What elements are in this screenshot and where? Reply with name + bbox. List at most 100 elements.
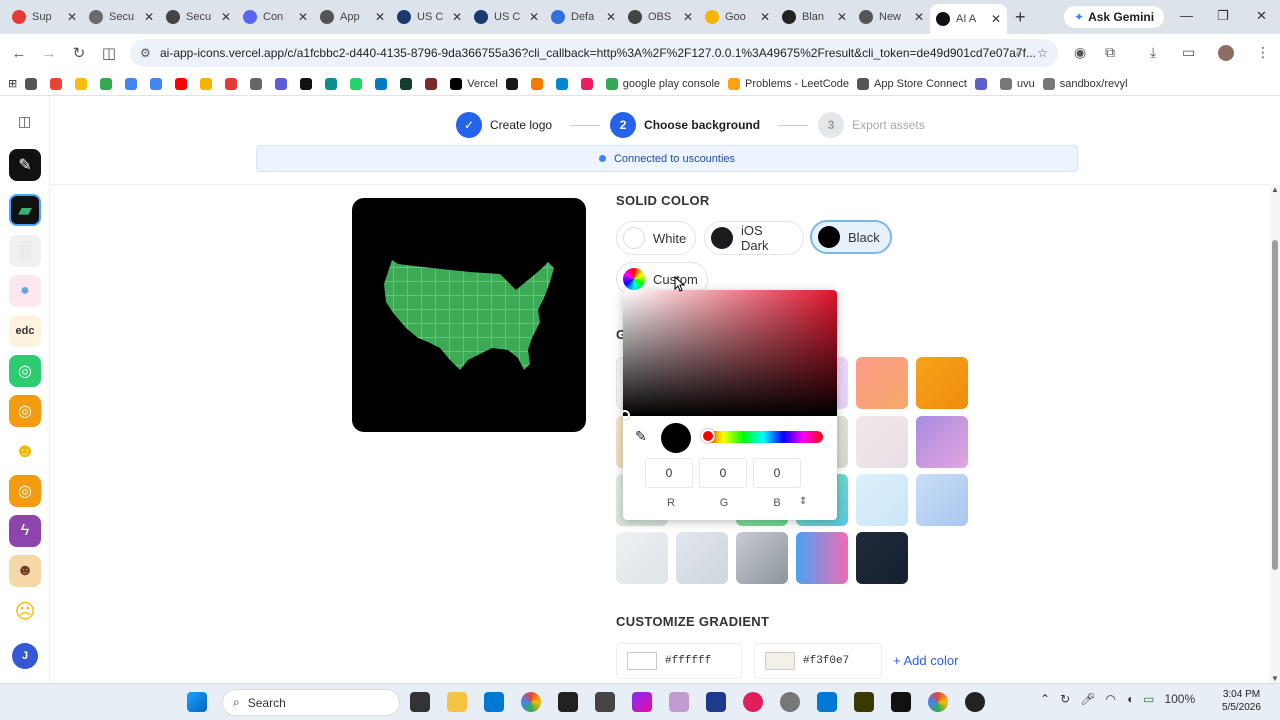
taskbar-search[interactable]: ⌕ Search — [222, 689, 400, 716]
gradient-swatch[interactable] — [796, 532, 848, 584]
color-box[interactable] — [627, 652, 657, 670]
gradient-swatch[interactable] — [916, 357, 968, 409]
step-choose-background[interactable]: 2 Choose background — [610, 112, 818, 138]
sidebar-item-usa[interactable]: ▰ — [9, 194, 41, 226]
browser-tab[interactable]: New ✕ — [853, 4, 930, 30]
saturation-handle[interactable] — [623, 410, 630, 420]
taskbar-clock[interactable]: 3:04 PM 5/5/2026 — [1222, 688, 1261, 714]
terminal-icon[interactable] — [558, 692, 578, 712]
chrome-icon[interactable] — [521, 692, 541, 712]
chevron-up-icon[interactable]: ⌃ — [1040, 692, 1050, 706]
tab-close-icon[interactable]: ✕ — [837, 10, 847, 24]
chrome-alt-icon[interactable] — [928, 692, 948, 712]
edit-icon[interactable]: ✎ — [9, 149, 41, 181]
bookmark-star-icon[interactable]: ☆ — [1037, 46, 1048, 60]
battery-icon[interactable]: ▭ — [1143, 692, 1154, 706]
sidebar-item-blank[interactable]: ░ — [9, 235, 41, 267]
bookmark-item[interactable] — [50, 77, 67, 90]
sidebar-item-edc[interactable]: edc — [9, 315, 41, 347]
bookmark-item[interactable] — [325, 77, 342, 90]
browser-tab[interactable]: US C ✕ — [391, 4, 468, 30]
sidebar-item-emoji-wink[interactable]: ☻ — [9, 435, 41, 467]
browser-tab[interactable]: Sup ✕ — [6, 4, 83, 30]
obs-icon[interactable] — [965, 692, 985, 712]
color-hex[interactable]: #ffffff — [665, 655, 711, 667]
user-avatar[interactable]: J — [12, 643, 38, 669]
bookmark-item[interactable] — [100, 77, 117, 90]
close-window-icon[interactable]: ✕ — [1256, 8, 1267, 24]
bookmark-item[interactable] — [580, 77, 598, 90]
b-input[interactable]: 0 — [753, 458, 801, 488]
color-hex[interactable]: #f3f0e7 — [803, 655, 849, 667]
browser-tab[interactable]: Blan ✕ — [776, 4, 853, 30]
settings-icon[interactable] — [780, 692, 800, 712]
cast-icon[interactable]: ▭ — [1182, 44, 1195, 61]
tab-close-icon[interactable]: ✕ — [375, 10, 385, 24]
volume-icon[interactable]: ◖ — [1126, 692, 1133, 706]
sidebar-item-cowboy[interactable]: ☻ — [9, 555, 41, 587]
wifi-icon[interactable]: ◠ — [1105, 692, 1115, 706]
bookmark-item[interactable] — [125, 77, 142, 90]
scroll-up-icon[interactable]: ▲ — [1271, 185, 1279, 194]
browser-tab[interactable]: Defa ✕ — [545, 4, 622, 30]
hue-slider[interactable] — [703, 431, 823, 443]
minimize-icon[interactable]: — — [1180, 8, 1193, 23]
bookmark-item[interactable] — [225, 77, 242, 90]
g-input[interactable]: 0 — [699, 458, 747, 488]
scroll-thumb[interactable] — [1272, 240, 1278, 570]
browser-tab[interactable]: Goo ✕ — [699, 4, 776, 30]
task-view-icon[interactable] — [410, 692, 430, 712]
browser-tab[interactable]: Secu ✕ — [160, 4, 237, 30]
extension-icon[interactable]: ◉ — [1074, 44, 1086, 61]
profile-avatar[interactable] — [1218, 45, 1234, 61]
sidebar-item-orange-globe[interactable]: ◎ — [9, 395, 41, 427]
gradient-swatch[interactable] — [856, 532, 908, 584]
gradient-swatch[interactable] — [676, 532, 728, 584]
white-chip[interactable]: White — [616, 221, 696, 255]
back-icon[interactable]: ← — [4, 45, 34, 62]
gradient-swatch[interactable] — [856, 416, 908, 468]
tab-close-icon[interactable]: ✕ — [298, 10, 308, 24]
sidebar-toggle-icon[interactable]: ◫ — [18, 113, 31, 130]
browser-tab[interactable]: OBS ✕ — [622, 4, 699, 30]
file-explorer-icon[interactable] — [447, 692, 467, 712]
tab-close-icon[interactable]: ✕ — [914, 10, 924, 24]
browser-tab[interactable]: US C ✕ — [468, 4, 545, 30]
new-tab-icon[interactable]: + — [1015, 7, 1026, 28]
bookmark-item[interactable] — [250, 77, 267, 90]
sidebar-item-bolt[interactable]: ϟ — [9, 515, 41, 547]
gradient-swatch[interactable] — [616, 532, 668, 584]
puzzle-icon[interactable]: ⧉ — [1105, 44, 1115, 61]
bookmark-item[interactable] — [375, 77, 392, 90]
reload-icon[interactable]: ↻ — [64, 44, 94, 62]
sidebar-item-emoji-shock[interactable]: ☹ — [9, 595, 41, 627]
sync-icon[interactable]: ↻ — [1060, 692, 1070, 706]
gradient-swatch[interactable] — [856, 474, 908, 526]
terminal2-icon[interactable] — [595, 692, 615, 712]
bookmark-item[interactable] — [505, 77, 523, 90]
bookmark-item[interactable]: google play console — [605, 77, 720, 90]
app-icon[interactable] — [632, 692, 652, 712]
browser-tab[interactable]: App ✕ — [314, 4, 391, 30]
browser-tab[interactable]: Con ✕ — [237, 4, 314, 30]
ask-gemini-button[interactable]: ✦ Ask Gemini — [1064, 6, 1165, 28]
sidebar-item-circles[interactable]: ● — [9, 275, 41, 307]
bookmark-item[interactable] — [75, 77, 92, 90]
bookmark-item[interactable] — [150, 77, 167, 90]
page-scrollbar[interactable]: ▲ ▼ — [1270, 185, 1280, 683]
browser-tab[interactable]: AI A ✕ — [930, 4, 1007, 34]
bookmark-item[interactable] — [300, 77, 317, 90]
black-chip[interactable]: Black — [810, 220, 892, 254]
bookmark-item[interactable] — [530, 77, 548, 90]
tab-close-icon[interactable]: ✕ — [606, 10, 616, 24]
zoom-icon[interactable]: ⌕ — [1015, 46, 1022, 61]
vscode-icon[interactable] — [484, 692, 504, 712]
site-info-icon[interactable]: ⚙ — [140, 46, 151, 60]
hue-handle[interactable] — [701, 429, 715, 443]
bookmark-item[interactable] — [555, 77, 573, 90]
download-icon[interactable]: ⤓ — [1150, 44, 1156, 61]
tab-close-icon[interactable]: ✕ — [529, 10, 539, 24]
bookmark-item[interactable] — [425, 77, 442, 90]
color-box[interactable] — [765, 652, 795, 670]
r-input[interactable]: 0 — [645, 458, 693, 488]
